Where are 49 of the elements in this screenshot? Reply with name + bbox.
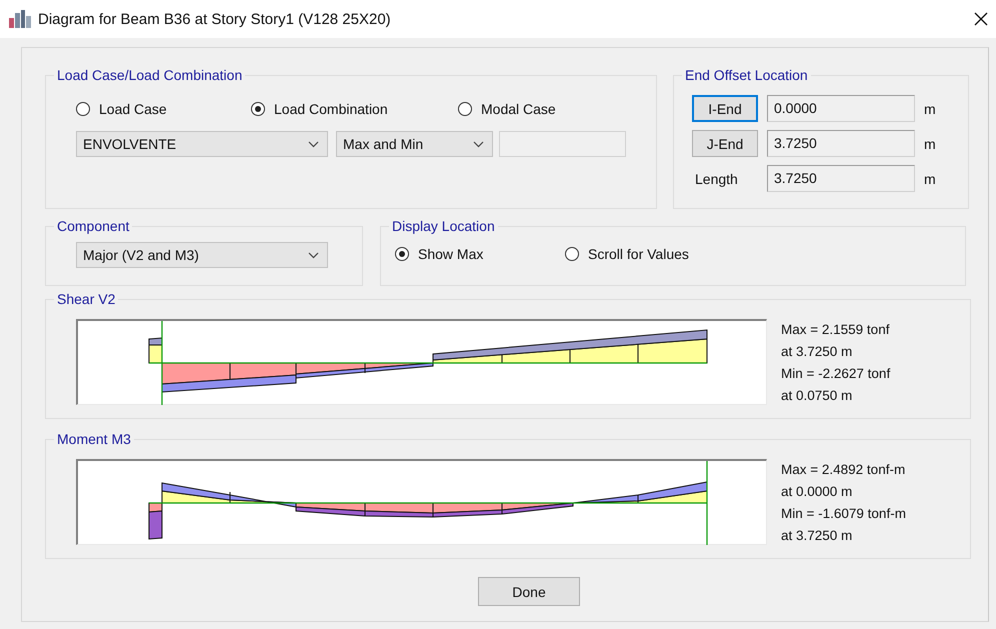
group-title: End Offset Location [685, 67, 808, 83]
offset-field[interactable]: 3.7250 [767, 165, 915, 192]
radio-option[interactable]: Load Case [76, 101, 251, 117]
app-icon [9, 10, 31, 28]
readout-text: Max = 2.4892 tonf-m [781, 461, 906, 479]
unit-label: m [924, 100, 936, 116]
radio-label: Show Max [418, 246, 484, 262]
unit-label: m [924, 170, 936, 186]
load-case-select[interactable]: ENVOLVENTE [76, 131, 328, 157]
radio-label: Modal Case [481, 101, 556, 117]
group-title: Load Case/Load Combination [57, 67, 242, 83]
field-label: Length [694, 170, 739, 186]
radio-option[interactable]: Modal Case [458, 101, 598, 117]
radio-label: Scroll for Values [588, 246, 689, 262]
offset-field[interactable]: 3.7250 [767, 130, 915, 157]
input-field[interactable] [499, 131, 626, 157]
group-title: Shear V2 [57, 291, 116, 307]
readout-text: at 3.7250 m [781, 343, 854, 361]
radio-button[interactable] [76, 102, 90, 116]
readout-text: Min = -1.6079 tonf-m [781, 505, 906, 523]
readout-text: at 0.0000 m [781, 483, 854, 501]
radio-option[interactable]: Show Max [395, 246, 565, 262]
end-button[interactable]: J-End [692, 130, 758, 157]
readout-text: Max = 2.1559 tonf [781, 321, 890, 339]
radio-button[interactable] [565, 247, 579, 261]
radio-button[interactable] [251, 102, 265, 116]
window-title: Diagram for Beam B36 at Story Story1 (V128 25X20) [38, 10, 392, 28]
group-title: Display Location [392, 218, 495, 234]
radio-label: Load Case [99, 101, 167, 117]
caret-icon [473, 140, 484, 148]
readout-text: at 3.7250 m [781, 527, 854, 545]
offset-field[interactable]: 0.0000 [767, 95, 915, 122]
done-button[interactable]: Done [478, 577, 580, 606]
radio-option[interactable]: Scroll for Values [565, 246, 765, 262]
readout-text: at 0.0750 m [781, 387, 854, 405]
readout-text: Min = -2.2627 tonf [781, 365, 890, 383]
radio-button[interactable] [458, 102, 472, 116]
group-title: Component [57, 218, 130, 234]
close-icon[interactable] [974, 12, 988, 26]
unit-label: m [924, 136, 936, 152]
component-select[interactable]: Major (V2 and M3) [76, 242, 328, 268]
caret-icon [308, 252, 319, 258]
radio-option[interactable]: Load Combination [251, 101, 458, 117]
radio-label: Load Combination [274, 101, 388, 117]
result-type-select[interactable]: Max and Min [336, 131, 493, 157]
group-title: Moment M3 [57, 431, 131, 447]
end-button[interactable]: I-End [692, 95, 758, 122]
caret-icon [308, 140, 319, 148]
radio-button[interactable] [395, 247, 409, 261]
